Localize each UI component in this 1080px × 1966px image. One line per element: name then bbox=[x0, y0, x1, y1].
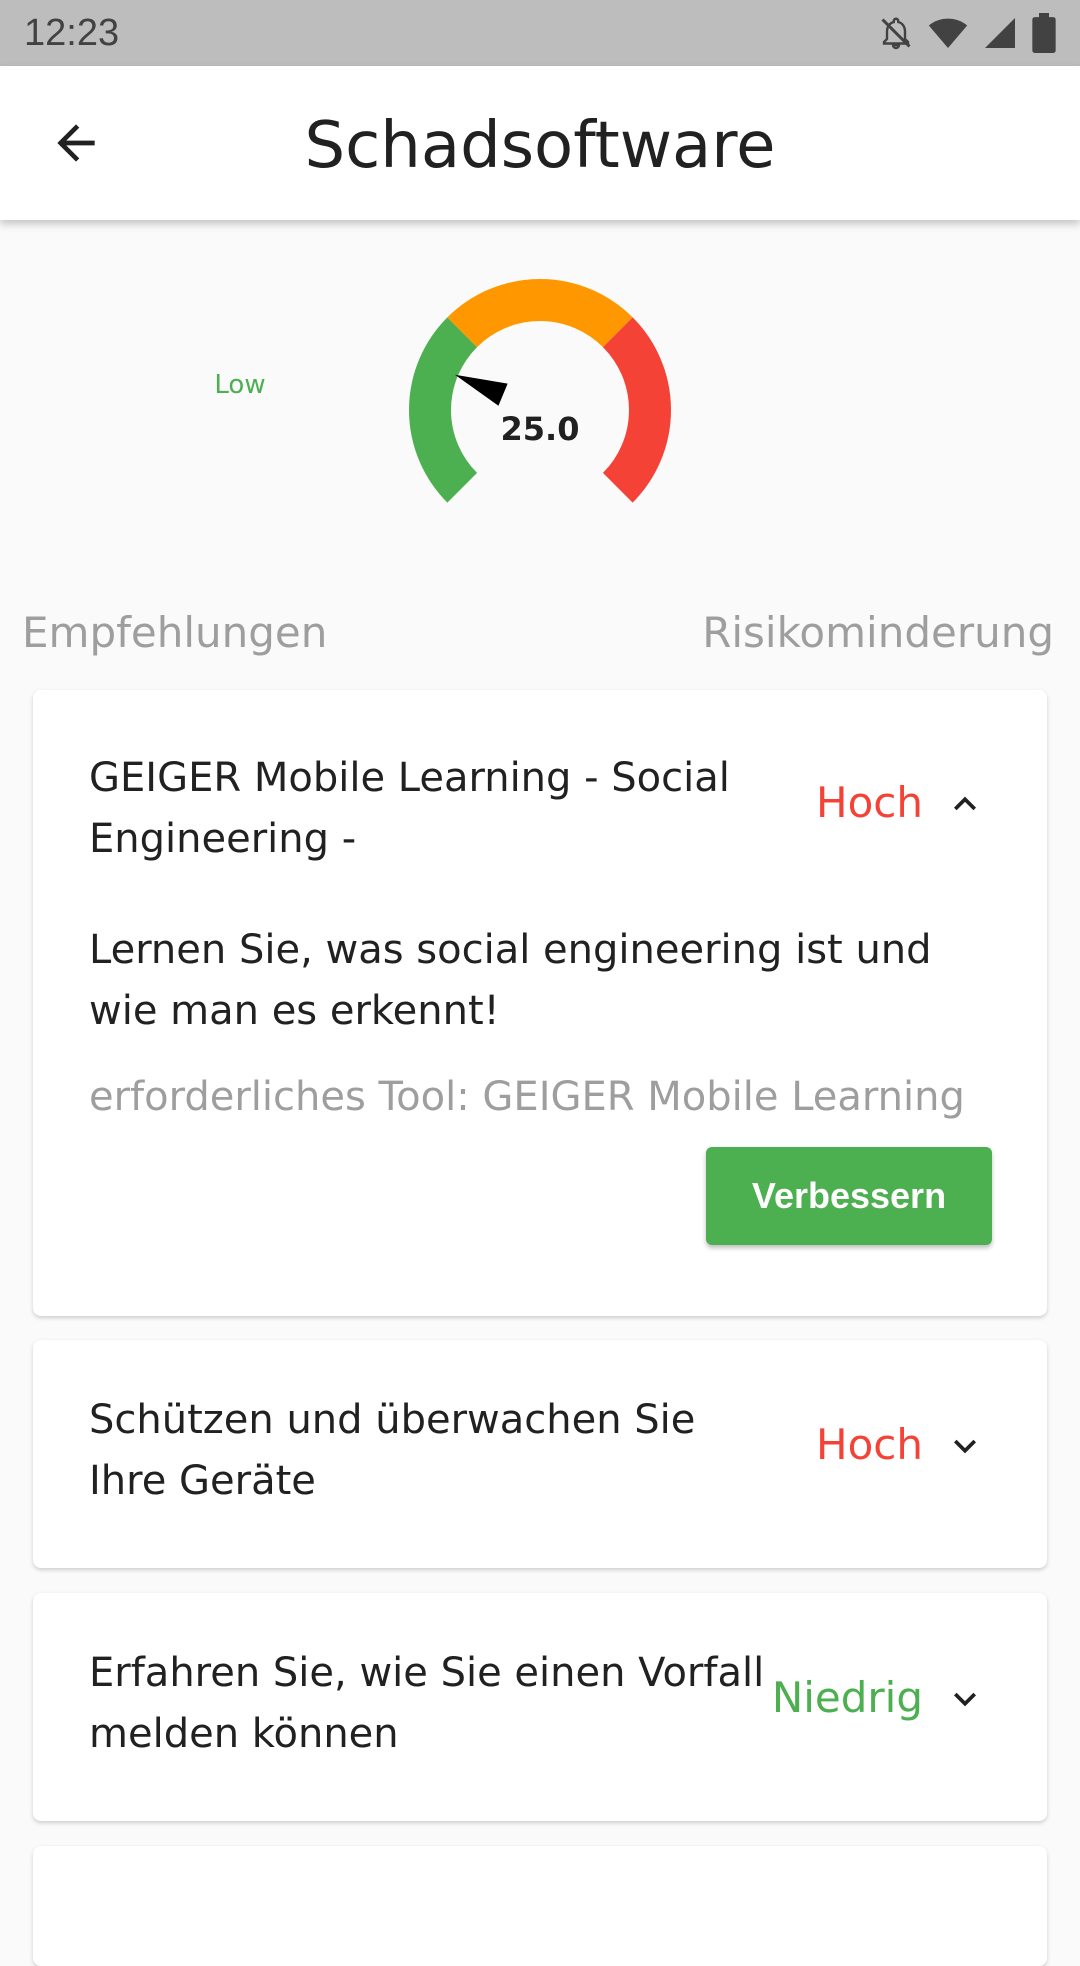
card-title: GEIGER Mobile Learning - Social Engineer… bbox=[89, 755, 730, 862]
status-time: 12:23 bbox=[24, 11, 120, 54]
risk-gauge bbox=[400, 270, 680, 520]
card-description: Lernen Sie, was social engineering ist u… bbox=[89, 927, 932, 1034]
risk-badge: Hoch bbox=[816, 778, 923, 827]
chevron-up-icon[interactable] bbox=[943, 782, 987, 826]
wifi-icon bbox=[928, 18, 968, 48]
recommendation-card[interactable]: Erfahren Sie, wie Sie einen Vorfall meld… bbox=[33, 1593, 1047, 1821]
gauge-value: 25.0 bbox=[500, 410, 580, 448]
recommendation-card[interactable] bbox=[33, 1846, 1047, 1966]
card-title: Erfahren Sie, wie Sie einen Vorfall meld… bbox=[89, 1650, 765, 1757]
tab-recommendations[interactable]: Empfehlungen bbox=[22, 608, 327, 657]
card-title: Schützen und überwachen Sie Ihre Geräte bbox=[89, 1397, 696, 1504]
page-title: Schadsoftware bbox=[304, 109, 776, 183]
chevron-down-icon[interactable] bbox=[943, 1677, 987, 1721]
signal-icon bbox=[985, 18, 1015, 48]
battery-icon bbox=[1032, 13, 1056, 53]
status-bar: 12:23 bbox=[0, 0, 1080, 66]
notifications-off-icon bbox=[881, 17, 911, 50]
chevron-down-icon[interactable] bbox=[943, 1424, 987, 1468]
card-required-tool: erforderliches Tool: GEIGER Mobile Learn… bbox=[89, 1074, 965, 1120]
gauge-needle bbox=[455, 374, 508, 406]
gauge-svg bbox=[409, 279, 671, 503]
gauge-level-label: Low bbox=[214, 370, 266, 400]
tab-risk-mitigation[interactable]: Risikominderung bbox=[702, 608, 1054, 657]
improve-button[interactable]: Verbessern bbox=[706, 1147, 992, 1245]
risk-badge: Niedrig bbox=[771, 1673, 923, 1722]
card-header[interactable]: Schützen und überwachen Sie Ihre Geräte … bbox=[33, 1340, 1047, 1512]
card-header[interactable]: GEIGER Mobile Learning - Social Engineer… bbox=[33, 690, 1047, 870]
recommendation-card[interactable]: Schützen und überwachen Sie Ihre Geräte … bbox=[33, 1340, 1047, 1568]
card-header[interactable]: Erfahren Sie, wie Sie einen Vorfall meld… bbox=[33, 1593, 1047, 1765]
risk-badge: Hoch bbox=[816, 1420, 923, 1469]
section-labels: Empfehlungen Risikominderung bbox=[22, 608, 1054, 657]
app-bar: Schadsoftware bbox=[0, 66, 1080, 220]
status-icons bbox=[878, 13, 1056, 53]
recommendation-card: GEIGER Mobile Learning - Social Engineer… bbox=[33, 690, 1047, 1316]
gauge-segment-medium bbox=[447, 279, 633, 348]
